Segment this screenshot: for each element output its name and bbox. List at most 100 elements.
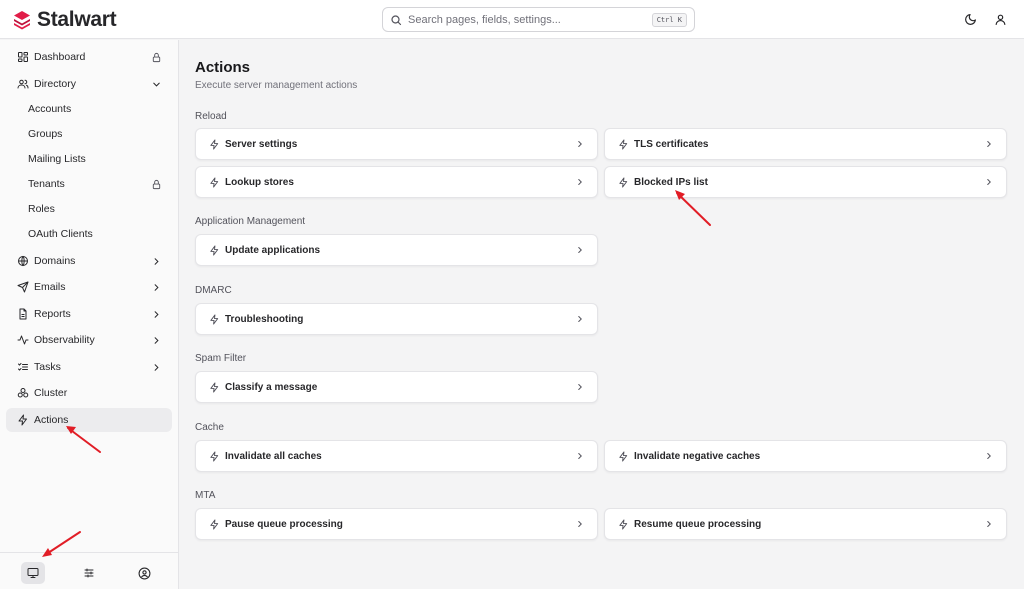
action-label: Invalidate all caches xyxy=(225,450,322,462)
chevron-right-icon xyxy=(150,308,162,320)
chevron-right-icon xyxy=(575,519,585,529)
users-icon xyxy=(16,78,29,91)
sidebar-item-roles[interactable]: Roles xyxy=(22,198,172,220)
zap-icon xyxy=(16,414,29,427)
chevron-right-icon xyxy=(984,451,994,461)
sidebar-item-label: Tasks xyxy=(34,361,61,373)
sidebar-item-mailing-lists[interactable]: Mailing Lists xyxy=(22,148,172,170)
file-icon xyxy=(16,308,29,321)
action-card-invalidate-negative-caches[interactable]: Invalidate negative caches xyxy=(604,440,1007,472)
moon-icon xyxy=(964,13,976,25)
sidebar-item-label: Emails xyxy=(34,281,66,293)
sidebar-item-actions[interactable]: Actions xyxy=(6,408,172,432)
theme-toggle-button[interactable] xyxy=(961,10,979,28)
sidebar: Dashboard Directory Accounts Groups Mail… xyxy=(0,40,179,589)
cluster-icon xyxy=(16,387,29,400)
sidebar-item-tenants[interactable]: Tenants xyxy=(22,173,172,195)
action-card-invalidate-all-caches[interactable]: Invalidate all caches xyxy=(195,440,598,472)
chevron-right-icon xyxy=(984,177,994,187)
sidebar-item-label: Cluster xyxy=(34,387,68,399)
action-card-tls-certificates[interactable]: TLS certificates xyxy=(604,128,1007,160)
zap-icon xyxy=(617,518,629,530)
action-card-lookup-stores[interactable]: Lookup stores xyxy=(195,166,598,198)
action-card-update-applications[interactable]: Update applications xyxy=(195,234,598,266)
zap-icon xyxy=(208,176,220,188)
zap-icon xyxy=(208,518,220,530)
send-icon xyxy=(16,281,29,294)
chevron-right-icon xyxy=(575,451,585,461)
sidebar-item-oauth-clients[interactable]: OAuth Clients xyxy=(22,223,172,245)
sidebar-item-label: Groups xyxy=(28,128,63,140)
sidebar-item-label: Directory xyxy=(34,78,77,90)
sidebar-item-tasks[interactable]: Tasks xyxy=(6,355,172,379)
sidebar-item-dashboard[interactable]: Dashboard xyxy=(6,45,172,69)
chevron-right-icon xyxy=(984,519,994,529)
action-label: Resume queue processing xyxy=(634,518,762,530)
sidebar-item-label: Observability xyxy=(34,334,95,346)
list-checks-icon xyxy=(16,361,29,374)
profile-button[interactable] xyxy=(132,562,156,584)
lock-icon xyxy=(150,178,162,190)
sidebar-item-label: Tenants xyxy=(28,178,65,190)
globe-icon xyxy=(16,255,29,268)
sidebar-item-emails[interactable]: Emails xyxy=(6,275,172,299)
action-label: Pause queue processing xyxy=(225,518,343,530)
zap-icon xyxy=(208,244,220,256)
sidebar-item-domains[interactable]: Domains xyxy=(6,249,172,273)
action-label: Invalidate negative caches xyxy=(634,450,761,462)
monitor-icon xyxy=(27,568,39,578)
page-title: Actions xyxy=(195,59,251,76)
section-label-cache: Cache xyxy=(195,422,224,433)
chevron-right-icon xyxy=(575,139,585,149)
zap-icon xyxy=(208,138,220,150)
chevron-right-icon xyxy=(984,139,994,149)
chevron-right-icon xyxy=(575,382,585,392)
chevron-right-icon xyxy=(150,361,162,373)
action-card-resume-queue-processing[interactable]: Resume queue processing xyxy=(604,508,1007,540)
account-button[interactable] xyxy=(991,10,1009,28)
search-input[interactable] xyxy=(408,13,652,26)
search-icon xyxy=(391,14,402,25)
zap-icon xyxy=(617,450,629,462)
zap-icon xyxy=(208,381,220,393)
sidebar-item-observability[interactable]: Observability xyxy=(6,328,172,352)
sidebar-item-accounts[interactable]: Accounts xyxy=(22,98,172,120)
sidebar-item-label: Domains xyxy=(34,255,76,267)
settings-button[interactable] xyxy=(77,562,101,584)
stalwart-logo-icon xyxy=(14,11,30,30)
section-label-spam-filter: Spam Filter xyxy=(195,353,247,364)
top-bar: Stalwart Ctrl K xyxy=(0,0,1024,39)
chevron-right-icon xyxy=(150,255,162,267)
sidebar-item-label: Accounts xyxy=(28,103,72,115)
action-label: TLS certificates xyxy=(634,138,709,150)
action-card-classify-a-message[interactable]: Classify a message xyxy=(195,371,598,403)
sidebar-item-directory[interactable]: Directory xyxy=(6,72,172,96)
section-label-dmarc: DMARC xyxy=(195,285,232,296)
action-label: Server settings xyxy=(225,138,298,150)
user-circle-icon xyxy=(138,567,150,579)
action-label: Lookup stores xyxy=(225,176,294,188)
search-box[interactable]: Ctrl K xyxy=(382,7,695,32)
action-card-server-settings[interactable]: Server settings xyxy=(195,128,598,160)
sidebar-item-cluster[interactable]: Cluster xyxy=(6,381,172,405)
action-label: Update applications xyxy=(225,244,321,256)
chevron-right-icon xyxy=(575,177,585,187)
section-label-application-management: Application Management xyxy=(195,216,306,227)
app-logo[interactable]: Stalwart xyxy=(12,8,117,32)
sidebar-item-groups[interactable]: Groups xyxy=(22,123,172,145)
sidebar-footer xyxy=(0,552,179,589)
zap-icon xyxy=(208,450,220,462)
search-shortcut-badge: Ctrl K xyxy=(651,12,687,27)
action-card-troubleshooting[interactable]: Troubleshooting xyxy=(195,303,598,335)
main-content: Actions Execute server management action… xyxy=(180,40,1024,589)
dashboard-icon xyxy=(16,51,29,64)
sidebar-item-label: Dashboard xyxy=(34,51,86,63)
action-label: Troubleshooting xyxy=(225,313,304,325)
action-label: Classify a message xyxy=(225,381,318,393)
action-card-pause-queue-processing[interactable]: Pause queue processing xyxy=(195,508,598,540)
action-label: Blocked IPs list xyxy=(634,176,708,188)
sidebar-item-label: OAuth Clients xyxy=(28,228,93,240)
action-card-blocked-ips-list[interactable]: Blocked IPs list xyxy=(604,166,1007,198)
monitor-button[interactable] xyxy=(21,562,45,584)
sidebar-item-reports[interactable]: Reports xyxy=(6,302,172,326)
